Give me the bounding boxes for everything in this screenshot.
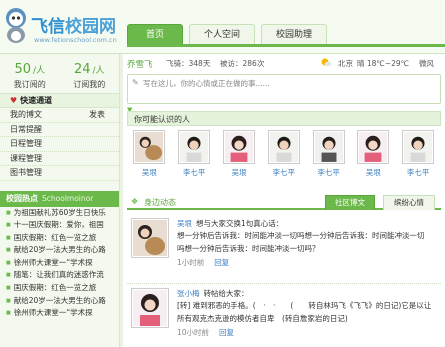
friend-photo[interactable]: [222, 130, 255, 164]
post-author[interactable]: 吴垠: [177, 219, 192, 228]
post-divider: [127, 283, 441, 284]
quick-access-heading: ♥ 快速通道: [0, 94, 119, 108]
friend-card[interactable]: 李七平: [396, 130, 441, 182]
hot-item[interactable]: 为祖国献礼苏60岁生日快乐: [0, 207, 119, 220]
mascot-logo-icon: [6, 8, 26, 43]
weather-wind: 微风: [419, 59, 434, 68]
avatar[interactable]: [131, 288, 169, 328]
sidebar-item-library[interactable]: 图书管理: [0, 166, 119, 181]
fetion-days: 飞骑：348天: [166, 59, 211, 68]
main-content: 乔雪飞 飞骑：348天 被访：286次 北京 晴 18℃~29℃ 微风 ✎ 写在…: [123, 54, 445, 347]
user-info-bar: 乔雪飞 飞骑：348天 被访：286次 北京 晴 18℃~29℃ 微风: [123, 54, 445, 72]
username[interactable]: 乔雪飞: [127, 58, 153, 70]
friend-name[interactable]: 吴垠: [127, 167, 172, 178]
nav-underline: [127, 44, 445, 47]
hot-item[interactable]: 十一国庆假期：爱你，祖国: [0, 219, 119, 232]
hot-item[interactable]: 随笔：让我们真的迷惑作流: [0, 269, 119, 282]
weather-temp: 晴 18℃~29℃: [357, 59, 410, 68]
tab-personal-space[interactable]: 个人空间: [189, 24, 256, 44]
avatar[interactable]: [131, 218, 169, 258]
tab-home[interactable]: 首页: [127, 24, 184, 44]
sunny-cloud-icon: [321, 58, 332, 67]
heart-icon: ♥: [10, 96, 18, 105]
left-sidebar: 50/人 我订阅的 24/人 订阅我的 ♥ 快速通道 我的博文 发表 日常提醒 日…: [0, 54, 120, 347]
weather-city: 北京: [338, 59, 353, 68]
friend-card[interactable]: 李七平: [261, 130, 306, 182]
post-author[interactable]: 张小梅: [177, 289, 200, 298]
hot-item[interactable]: 献给20岁一法大男生的心路: [0, 244, 119, 257]
stat-subscribe-me[interactable]: 24/人 订阅我的: [60, 54, 120, 93]
post-text: [转] 难到邪恶的手格。( · · ( 转自林玛飞《飞飞》的日记)它是以让: [177, 301, 432, 311]
tab-colorful-moods[interactable]: 缤纷心情: [383, 195, 435, 210]
suggested-friends-heading: 你可能认识的人: [127, 111, 441, 126]
sidebar-item-schedule[interactable]: 日程管理: [0, 137, 119, 152]
campus-hot-heading: 校园热点 Schoolmoinor: [0, 190, 119, 207]
activity-icon: ❖: [131, 197, 139, 206]
stat-i-subscribe[interactable]: 50/人 我订阅的: [0, 54, 60, 93]
reply-link[interactable]: 回复: [219, 328, 234, 337]
hot-item[interactable]: 徐州师大课堂一“学术探: [0, 307, 119, 320]
site-header: 飞信校园网 www.fetionschool.com.cn 首页 个人空间 校园…: [0, 0, 445, 54]
friend-card[interactable]: 李七平: [172, 130, 217, 182]
status-input[interactable]: ✎ 写在这儿，你的心情或正在做的事......: [127, 74, 441, 104]
tab-campus-assistant[interactable]: 校园助理: [261, 24, 328, 44]
friend-name[interactable]: 吴垠: [217, 167, 262, 178]
hot-item[interactable]: 徐州师大课堂一“学术探: [0, 257, 119, 270]
visit-count: 被访：286次: [220, 59, 265, 68]
friend-name[interactable]: 李七平: [172, 167, 217, 178]
post-time: 10小时前: [177, 327, 210, 337]
subscription-stats: 50/人 我订阅的 24/人 订阅我的: [0, 54, 119, 94]
friend-photo[interactable]: [312, 130, 345, 164]
nearby-activity-heading: ❖ 身边动态 社区博文 缤纷心情: [127, 194, 441, 210]
main-nav: 首页 个人空间 校园助理: [127, 24, 333, 44]
friend-card[interactable]: 吴垠: [217, 130, 262, 182]
friend-photo[interactable]: [402, 130, 435, 164]
friend-card[interactable]: 吴垠: [351, 130, 396, 182]
site-logo[interactable]: 飞信校园网: [31, 12, 116, 37]
sidebar-item-courses[interactable]: 课程管理: [0, 152, 119, 166]
hot-item[interactable]: 国庆假期：红色一览之旅: [0, 232, 119, 245]
friend-card[interactable]: 李七平: [306, 130, 351, 182]
reply-link[interactable]: 回复: [214, 258, 229, 267]
friend-photo[interactable]: [178, 130, 211, 164]
friend-photo[interactable]: [133, 130, 166, 164]
post-text: 所有观克杰克逊的模仿者自卑 (转自詹家岩的日记): [177, 313, 348, 323]
post-time: 1小时前: [177, 257, 205, 267]
post-text: 想一分钟后告诉我：时间能冲淡一切吗想一分钟后告诉我：时间能冲淡一切: [177, 231, 425, 241]
friend-name[interactable]: 李七平: [306, 167, 351, 178]
friend-photo[interactable]: [357, 130, 390, 164]
post-text: 吗想一分钟后告诉我：时间能冲淡一切吗？: [177, 243, 320, 253]
tab-community-blogs[interactable]: 社区博文: [325, 195, 375, 210]
pencil-icon: ✎: [132, 78, 139, 87]
hot-item[interactable]: 国庆假期：红色一览之旅: [0, 282, 119, 295]
publish-link[interactable]: 发表: [89, 108, 105, 123]
sidebar-item-my-blog[interactable]: 我的博文 发表: [0, 108, 119, 123]
friend-name[interactable]: 吴垠: [351, 167, 396, 178]
friend-name[interactable]: 李七平: [396, 167, 441, 178]
sidebar-item-daily-reminder[interactable]: 日常提醒: [0, 123, 119, 137]
friend-name[interactable]: 李七平: [261, 167, 306, 178]
hot-item[interactable]: 献给20岁一法大男生的心路: [0, 295, 119, 308]
friend-card[interactable]: 吴垠: [127, 130, 172, 182]
friend-photo[interactable]: [267, 130, 300, 164]
suggested-friends-list: 吴垠 李七平 吴垠 李七平 李七平 吴垠 李七平: [127, 130, 441, 182]
site-url: www.fetionschool.com.cn: [34, 36, 117, 44]
